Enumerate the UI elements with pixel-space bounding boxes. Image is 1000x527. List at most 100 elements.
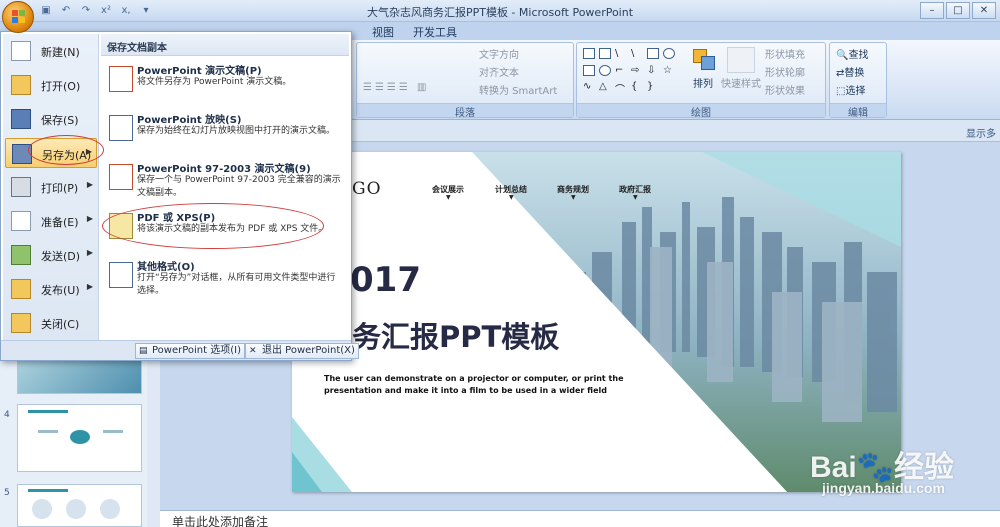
slide-headline: 务汇报PPT模板 [352, 320, 560, 354]
menu-item-label: 另存为(A) [42, 149, 92, 162]
menu-item-save-as[interactable]: 另存为(A) ▶ [5, 138, 97, 168]
redo-icon[interactable]: ↷ [78, 3, 94, 19]
arrange-icon[interactable] [691, 47, 719, 73]
menu-item-new[interactable]: 新建(N) [5, 36, 97, 66]
slide-thumbnail-5[interactable] [17, 484, 142, 527]
slide-thumbnail-4[interactable] [17, 404, 142, 472]
paragraph-group-label: 段落 [357, 103, 573, 119]
send-icon [11, 245, 31, 265]
notes-placeholder: 单击此处添加备注 [172, 515, 269, 527]
option-description: 将文件另存为 PowerPoint 演示文稿。 [137, 77, 292, 87]
save-icon [11, 109, 31, 129]
drawing-group-label: 绘图 [577, 103, 825, 119]
quick-access-toolbar: ▣ ↶ ↷ x² x, ▾ [38, 3, 154, 19]
maximize-button[interactable]: □ [946, 2, 970, 19]
open-icon [11, 75, 31, 95]
publish-icon [11, 279, 31, 299]
align-buttons[interactable]: ☰☰☰☰ ▥ [363, 82, 430, 93]
paragraph-group: 文字方向 对齐文本 转换为 SmartArt ☰☰☰☰ ▥ 段落 [356, 42, 574, 119]
shape-outline-button[interactable]: 形状轮廓 [765, 64, 805, 79]
select-button[interactable]: ⬚选择 [836, 82, 865, 97]
menu-item-close[interactable]: 关闭(C) [5, 308, 97, 338]
arrange-button[interactable]: 排列 [693, 75, 713, 90]
convert-smartart-button[interactable]: 转换为 SmartArt [479, 82, 557, 97]
slide-number: 5 [4, 488, 10, 498]
option-description: 保存为始终在幻灯片放映视图中打开的演示文稿。 [137, 126, 336, 136]
menu-item-label: 打印(P) [41, 182, 79, 195]
option-title: PDF 或 XPS(P) [137, 213, 216, 224]
tab-view[interactable]: 视图 [372, 24, 394, 40]
submenu-header: 保存文档副本 [101, 34, 349, 56]
menu-item-publish[interactable]: 发布(U) ▶ [5, 274, 97, 304]
exit-powerpoint-button[interactable]: ✕ 退出 PowerPoint(X) [245, 343, 359, 359]
shape-fill-button[interactable]: 形状填充 [765, 46, 805, 61]
option-title: PowerPoint 演示文稿(P) [137, 66, 262, 77]
menu-item-label: 发布(U) [41, 284, 80, 297]
close-button[interactable]: ✕ [972, 2, 996, 19]
save-icon[interactable]: ▣ [38, 3, 54, 19]
option-description: 将该演示文稿的副本发布为 PDF 或 XPS 文件。 [137, 224, 328, 234]
menu-item-print[interactable]: 打印(P) ▶ [5, 172, 97, 202]
menu-item-send[interactable]: 发送(D) ▶ [5, 240, 97, 270]
option-other-formats[interactable]: 其他格式(O) 打开“另存为”对话框，从所有可用文件类型中进行选择。 [107, 258, 347, 306]
menu-item-open[interactable]: 打开(O) [5, 70, 97, 100]
baidu-watermark: Bai🐾经验 jingyan.baidu.com [810, 420, 980, 520]
editing-group-label: 编辑 [830, 103, 886, 119]
submenu-arrow-icon: ▶ [85, 147, 92, 156]
menu-item-prepare[interactable]: 准备(E) ▶ [5, 206, 97, 236]
option-title: PowerPoint 放映(S) [137, 115, 242, 126]
option-title: 其他格式(O) [137, 262, 195, 273]
slide-nav-item: 政府汇报 [619, 184, 651, 201]
exit-icon: ✕ [249, 346, 257, 356]
office-menu: 新建(N) 打开(O) 保存(S) 另存为(A) ▶ 打印(P) ▶ 准备(E)… [0, 31, 359, 361]
dropdown-icon[interactable]: ▾ [138, 3, 154, 19]
superscript-icon[interactable]: x² [98, 3, 114, 19]
title-bar: 大气杂志风商务汇报PPT模板 - Microsoft PowerPoint ▣ … [0, 0, 1000, 22]
pptx-icon [109, 66, 133, 92]
pdf-xps-icon [109, 213, 133, 239]
undo-icon[interactable]: ↶ [58, 3, 74, 19]
submenu-arrow-icon: ▶ [86, 282, 93, 291]
ppsx-icon [109, 115, 133, 141]
slide-number: 4 [4, 410, 10, 420]
office-button[interactable] [2, 1, 34, 33]
submenu-arrow-icon: ▶ [86, 214, 93, 223]
menu-item-label: 新建(N) [41, 46, 80, 59]
powerpoint-options-button[interactable]: ▤ PowerPoint 选项(I) [135, 343, 245, 359]
quick-styles-button[interactable]: 快速样式 [721, 75, 761, 90]
options-icon: ▤ [139, 346, 148, 356]
slide-nav-item: 计划总结 [495, 184, 527, 201]
slide-nav-item: 商务规划 [557, 184, 589, 201]
find-button[interactable]: 🔍查找 [836, 46, 868, 61]
quick-styles-icon[interactable] [727, 47, 755, 73]
replace-button[interactable]: ⇄替换 [836, 64, 864, 79]
slide-logo: GO [352, 179, 382, 199]
menu-item-label: 准备(E) [41, 216, 79, 229]
shape-effects-button[interactable]: 形状效果 [765, 82, 805, 97]
option-ppsx[interactable]: PowerPoint 放映(S) 保存为始终在幻灯片放映视图中打开的演示文稿。 [107, 111, 347, 159]
submenu-header-label: 保存文档副本 [107, 43, 167, 54]
option-ppt-97-2003[interactable]: PowerPoint 97-2003 演示文稿(9) 保存一个与 PowerPo… [107, 160, 347, 208]
option-pptx[interactable]: PowerPoint 演示文稿(P) 将文件另存为 PowerPoint 演示文… [107, 62, 347, 110]
slide-description: The user can demonstrate on a projector … [324, 374, 624, 395]
text-direction-button[interactable]: 文字方向 [479, 46, 519, 61]
show-more-button[interactable]: 显示多 [966, 125, 996, 140]
option-pdf-xps[interactable]: PDF 或 XPS(P) 将该演示文稿的副本发布为 PDF 或 XPS 文件。 [107, 209, 347, 257]
slide-nav-item: 会议展示 [432, 184, 464, 201]
menu-item-save[interactable]: 保存(S) [5, 104, 97, 134]
submenu-arrow-icon: ▶ [86, 248, 93, 257]
menu-item-label: 关闭(C) [41, 318, 80, 331]
tab-developer[interactable]: 开发工具 [413, 24, 457, 40]
office-menu-footer: ▤ PowerPoint 选项(I) ✕ 退出 PowerPoint(X) [1, 340, 359, 360]
close-folder-icon [11, 313, 31, 333]
subscript-icon[interactable]: x, [118, 3, 134, 19]
menu-item-label: 发送(D) [41, 250, 81, 263]
save-as-submenu: 保存文档副本 PowerPoint 演示文稿(P) 将文件另存为 PowerPo… [101, 34, 349, 340]
ppt-icon [109, 164, 133, 190]
office-menu-commands: 新建(N) 打开(O) 保存(S) 另存为(A) ▶ 打印(P) ▶ 准备(E)… [3, 34, 99, 340]
minimize-button[interactable]: – [920, 2, 944, 19]
option-description: 保存一个与 PowerPoint 97-2003 完全兼容的演示文稿副本。 [137, 175, 341, 198]
select-label: 选择 [845, 86, 866, 97]
align-text-button[interactable]: 对齐文本 [479, 64, 519, 79]
menu-item-label: 打开(O) [41, 80, 81, 93]
